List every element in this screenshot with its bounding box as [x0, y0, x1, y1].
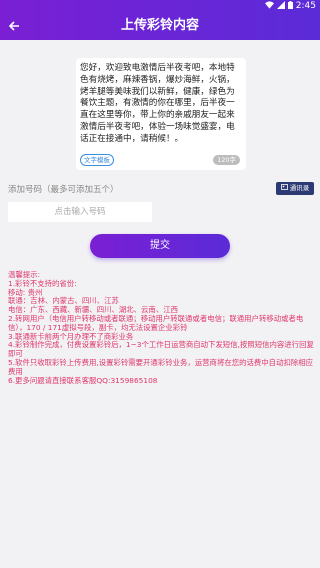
- tip-line: 4.彩铃制作完成，付费设置彩铃后，1~3个工作日运营商自动下发短信,按照短信内容…: [8, 340, 314, 359]
- wifi-icon: [264, 0, 274, 12]
- tip-line: 6.更多问题请直接联系客服QQ:3159865108: [8, 375, 158, 385]
- content-card: 您好，欢迎致电激情后半夜考吧，本地特色有烧烤，麻辣香锅，爆炒海鲜，火锅，烤羊腿等…: [76, 58, 246, 170]
- app-bar: 上传彩铃内容: [0, 12, 320, 40]
- char-count-badge: 120字: [213, 155, 240, 165]
- contacts-icon: [280, 182, 288, 195]
- address-book-label: 通讯录: [289, 184, 310, 192]
- address-book-button[interactable]: 通讯录: [276, 182, 314, 195]
- submit-button[interactable]: 提交: [90, 234, 230, 258]
- text-template-button[interactable]: 文字模板: [80, 154, 114, 166]
- tip-line: 1.彩铃不支持的省份:: [8, 278, 77, 288]
- tips-section: 温馨提示: 1.彩铃不支持的省份: 移动: 贵州 联通：吉林、内蒙古、四川、江苏…: [8, 270, 314, 385]
- tip-line: 2.转网用户（电信用户转移动或者联通；移动用户转联通或者电信；联通用户转移动或者…: [8, 313, 304, 332]
- status-icons: 2:45: [264, 0, 316, 12]
- clock: 2:45: [295, 1, 316, 11]
- status-bar: 2:45: [0, 0, 320, 12]
- add-number-label: 添加号码（最多可添加五个）: [8, 185, 119, 195]
- battery-icon: [287, 0, 293, 12]
- page-title: 上传彩铃内容: [120, 18, 199, 33]
- ringtone-text[interactable]: 您好，欢迎致电激情后半夜考吧，本地特色有烧烤，麻辣香锅，爆炒海鲜，火锅，烤羊腿等…: [80, 63, 240, 146]
- phone-number-input[interactable]: [8, 202, 152, 222]
- signal-icon: [276, 0, 285, 12]
- tip-line: 5.软件只收取彩铃上传费用,设置彩铃需要开通彩铃业务，运营商将在您的话费中自动扣…: [8, 357, 314, 376]
